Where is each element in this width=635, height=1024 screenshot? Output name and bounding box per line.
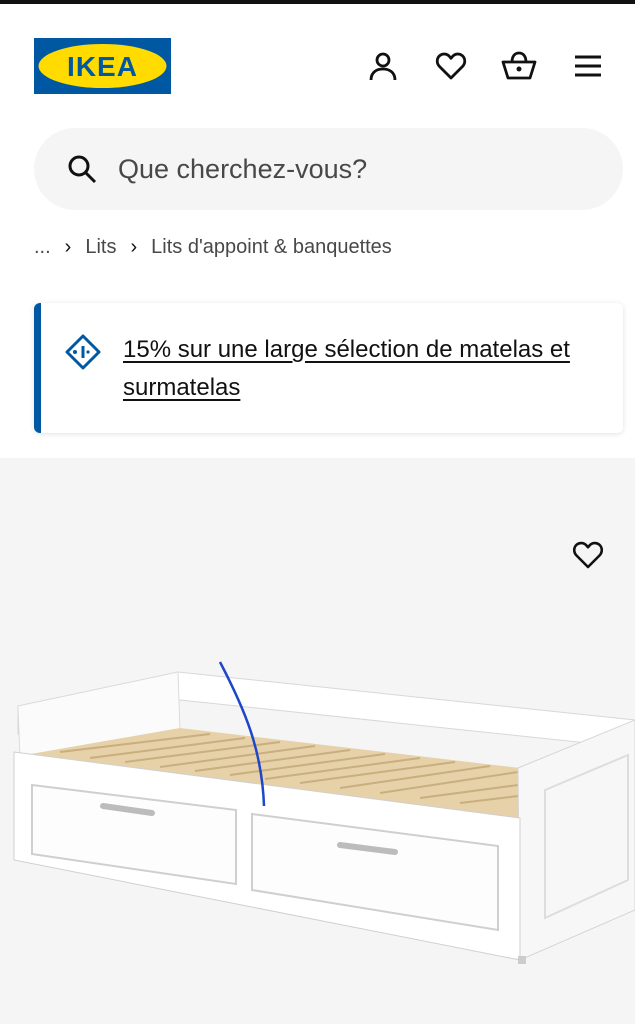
breadcrumb-ellipsis[interactable]: ... [34,236,51,259]
tag-icon [64,333,102,371]
search-input[interactable] [116,152,580,186]
heart-icon[interactable] [433,48,469,84]
favourite-heart-icon[interactable] [570,537,606,573]
basket-icon[interactable] [501,48,537,84]
product-image-daybed[interactable] [0,640,635,980]
top-border [0,0,635,4]
promo-banner[interactable]: 15% sur une large sélection de matelas e… [34,303,623,433]
breadcrumb-item-lits-appoint[interactable]: Lits d'appoint & banquettes [151,236,392,259]
search-icon[interactable] [66,153,98,185]
ikea-logo[interactable]: IKEA [34,38,171,94]
search-bar[interactable] [34,128,623,210]
account-icon[interactable] [365,48,401,84]
breadcrumb-item-lits[interactable]: Lits [85,236,116,259]
breadcrumb-separator: › [130,235,138,258]
breadcrumb-separator: › [64,235,72,258]
promo-link[interactable]: 15% sur une large sélection de matelas e… [123,331,603,407]
menu-icon[interactable] [570,48,606,84]
breadcrumb: ... › Lits › Lits d'appoint & banquettes [34,232,392,262]
logo-text: IKEA [67,51,138,82]
promo-accent-bar [34,303,41,433]
